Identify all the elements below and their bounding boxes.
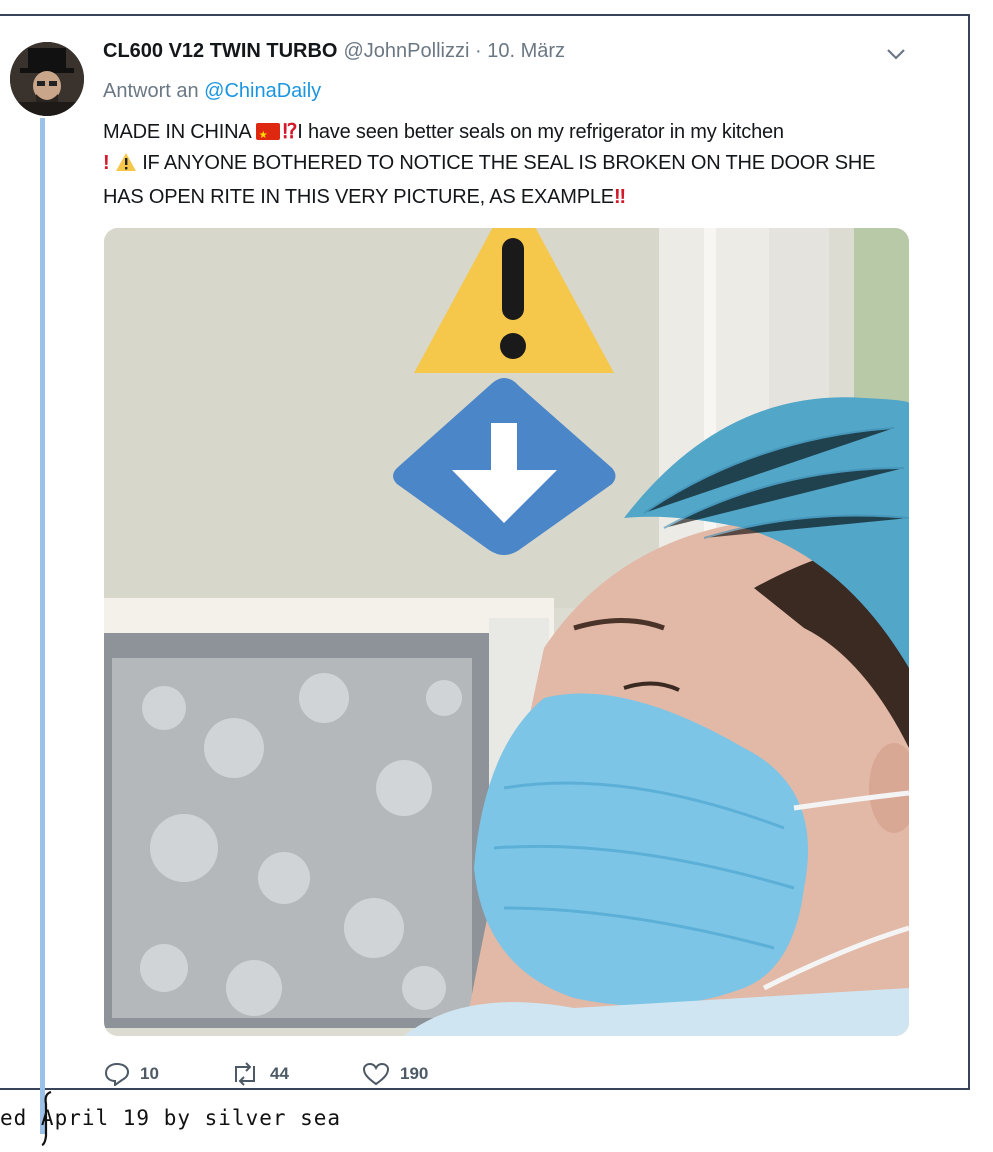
separator: ·	[474, 40, 482, 62]
retweet-count: 44	[270, 1064, 289, 1083]
retweet-icon	[235, 1062, 255, 1086]
reply-prefix: Antwort an	[103, 80, 199, 102]
retweet-button[interactable]: 44	[230, 1062, 289, 1086]
tweet-date[interactable]: 10. März	[487, 40, 565, 62]
text-part-1: MADE IN CHINA	[103, 121, 251, 143]
tweet-text: MADE IN CHINA ⁉I have seen better seals …	[103, 117, 903, 213]
reply-icon	[104, 1062, 130, 1086]
text-part-2: I have seen better seals on my refrigera…	[297, 121, 784, 143]
arrow-down-icon	[393, 378, 616, 555]
reply-context: Antwort an @ChinaDaily	[103, 80, 321, 103]
text-cursor-icon	[41, 1090, 52, 1146]
reply-mention-link[interactable]: @ChinaDaily	[204, 80, 321, 102]
avatar[interactable]	[10, 42, 84, 116]
like-count: 190	[400, 1064, 429, 1083]
chevron-down-icon[interactable]	[884, 44, 908, 64]
exclaim-emoji: !	[103, 152, 110, 174]
warning-icon	[115, 151, 137, 182]
reply-count: 10	[140, 1064, 159, 1083]
user-handle[interactable]: @JohnPollizzi	[343, 40, 469, 62]
exclaim-question-emoji: ⁉	[282, 121, 298, 143]
thread-line	[40, 118, 45, 1134]
reply-button[interactable]: 10	[104, 1062, 159, 1086]
text-part-3: IF ANYONE BOTHERED TO NOTICE THE SEAL IS…	[103, 152, 876, 208]
display-name[interactable]: CL600 V12 TWIN TURBO	[103, 40, 337, 62]
warning-icon	[414, 228, 614, 373]
double-exclaim-emoji: ‼	[613, 186, 626, 208]
china-flag-icon	[255, 120, 280, 151]
heart-icon	[362, 1062, 390, 1086]
tweet-header: CL600 V12 TWIN TURBO @JohnPollizzi · 10. …	[103, 40, 565, 63]
like-button[interactable]: 190	[362, 1062, 428, 1086]
tweet-photo[interactable]	[104, 228, 909, 1036]
